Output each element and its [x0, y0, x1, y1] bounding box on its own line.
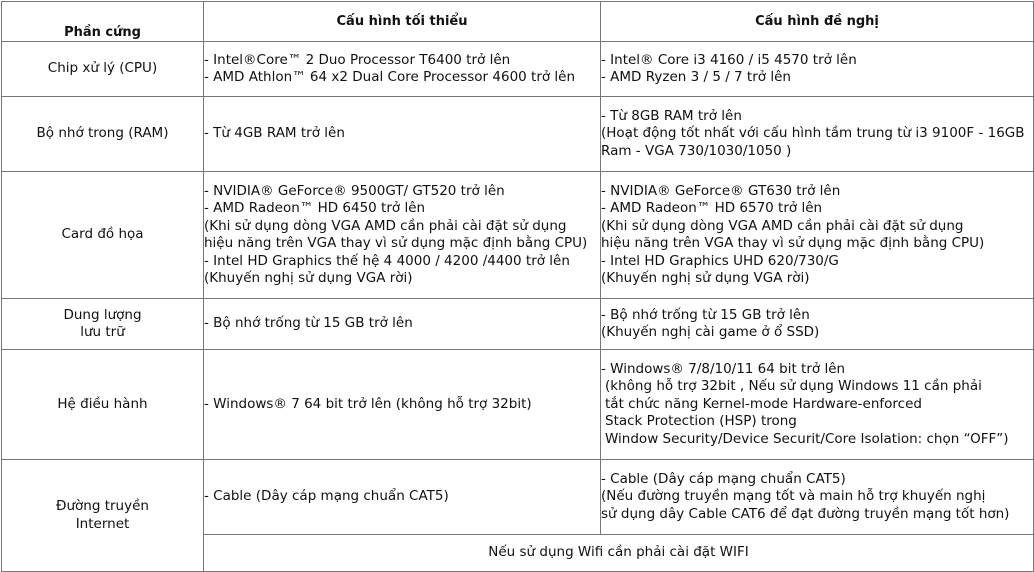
gpu-minimum-line: - NVIDIA® GeForce® 9500GT/ GT520 trở lên: [204, 182, 505, 199]
internet-minimum-line: - Cable (Dây cáp mạng chuẩn CAT5): [204, 488, 449, 505]
header-recommended: Cấu hình đề nghị: [600, 1, 1034, 42]
ram-recommended-line: - Từ 8GB RAM trở lên: [601, 107, 742, 124]
table-row-internet: Đường truyền Internet - Cable (Dây cáp m…: [1, 459, 1034, 572]
ram-recommended: - Từ 8GB RAM trở lên (Hoạt động tốt nhất…: [600, 96, 1034, 172]
gpu-minimum-line: - Intel HD Graphics thế hệ 4 4000 / 4200…: [204, 252, 570, 269]
gpu-recommended-line: (Khi sử dụng dòng VGA AMD cần phải cài đ…: [601, 217, 964, 234]
storage-recommended-line: (Khuyến nghị cài game ở ổ SSD): [601, 324, 820, 340]
cpu-minimum: - Intel®Core™ 2 Duo Processor T6400 trở …: [203, 41, 601, 97]
ram-recommended-line: (Hoạt động tốt nhất với cấu hình tầm tru…: [601, 125, 1025, 142]
os-recommended-line: (không hỗ trợ 32bit , Nếu sử dụng Window…: [605, 378, 982, 395]
table-row-cpu: Chip xử lý (CPU) - Intel®Core™ 2 Duo Pro…: [1, 41, 1034, 97]
os-recommended-line: - Windows® 7/8/10/11 64 bit trở lên: [601, 360, 846, 377]
os-minimum-line: - Windows® 7 64 bit trở lên (không hỗ tr…: [204, 395, 532, 412]
cpu-recommended-line: - Intel® Core i3 4160 / i5 4570 trở lên: [601, 51, 857, 68]
gpu-recommended-line: - NVIDIA® GeForce® GT630 trở lên: [601, 182, 841, 199]
header-row: Phần cứng Cấu hình tối thiểu Cấu hình đề…: [1, 1, 1034, 42]
row-label-internet: Đường truyền Internet: [1, 459, 204, 572]
internet-recommended-line: (Nếu đường truyền mạng tốt và main hỗ tr…: [601, 488, 986, 505]
gpu-minimum-line: (Khuyến nghị sử dụng VGA rời): [204, 270, 413, 286]
internet-recommended-line: sử dụng dây Cable CAT6 để đạt đường truy…: [601, 505, 1010, 522]
hardware-requirements-table: Phần cứng Cấu hình tối thiểu Cấu hình đề…: [1, 1, 1034, 572]
table-row-storage: Dung lượng lưu trữ - Bộ nhớ trống từ 15 …: [1, 298, 1034, 350]
storage-recommended-line: - Bộ nhớ trống từ 15 GB trở lên: [601, 306, 810, 323]
gpu-minimum-line: hiệu năng trên VGA thay vì sử dụng mặc đ…: [204, 235, 588, 251]
cpu-recommended: - Intel® Core i3 4160 / i5 4570 trở lên …: [600, 41, 1034, 97]
spec-page: Phần cứng Cấu hình tối thiểu Cấu hình đề…: [0, 0, 1034, 572]
gpu-recommended-line: - AMD Radeon™ HD 6570 trở lên: [601, 200, 823, 216]
internet-recommended-line: - Cable (Dây cáp mạng chuẩn CAT5): [601, 470, 846, 487]
gpu-recommended: - NVIDIA® GeForce® GT630 trở lên - AMD R…: [600, 171, 1034, 299]
os-recommended-line: Window Security/Device Securit/Core Isol…: [605, 430, 1009, 447]
ram-minimum-line: - Từ 4GB RAM trở lên: [204, 125, 345, 142]
header-component: Phần cứng: [1, 1, 204, 42]
gpu-minimum-line: - AMD Radeon™ HD 6450 trở lên: [204, 200, 426, 216]
gpu-minimum-line: (Khi sử dụng dòng VGA AMD cần phải cài đ…: [204, 217, 567, 234]
gpu-recommended-line: (Khuyến nghị sử dụng VGA rời): [601, 270, 810, 286]
internet-recommended: - Cable (Dây cáp mạng chuẩn CAT5) (Nếu đ…: [600, 459, 1034, 535]
row-label-gpu: Card đồ họa: [1, 171, 204, 299]
row-label-cpu: Chip xử lý (CPU): [1, 41, 204, 97]
table-row-os: Hệ điều hành - Windows® 7 64 bit trở lên…: [1, 349, 1034, 460]
row-label-os: Hệ điều hành: [1, 349, 204, 460]
storage-recommended: - Bộ nhớ trống từ 15 GB trở lên (Khuyến …: [600, 298, 1034, 350]
internet-minimum: - Cable (Dây cáp mạng chuẩn CAT5): [203, 459, 601, 535]
cpu-recommended-line: - AMD Ryzen 3 / 5 / 7 trở lên: [601, 69, 791, 85]
storage-minimum: - Bộ nhớ trống từ 15 GB trở lên: [203, 298, 601, 350]
gpu-recommended-line: hiệu năng trên VGA thay vì sử dụng mặc đ…: [601, 235, 985, 251]
table-row-gpu: Card đồ họa - NVIDIA® GeForce® 9500GT/ G…: [1, 171, 1034, 299]
cpu-minimum-line: - Intel®Core™ 2 Duo Processor T6400 trở …: [204, 51, 511, 68]
row-label-internet-line: Internet: [75, 515, 130, 532]
os-recommended-line: Stack Protection (HSP) trong: [605, 413, 797, 430]
os-recommended-line: tắt chức năng Kernel-mode Hardware-enfor…: [605, 395, 922, 412]
os-minimum: - Windows® 7 64 bit trở lên (không hỗ tr…: [203, 349, 601, 460]
os-recommended: - Windows® 7/8/10/11 64 bit trở lên (khô…: [600, 349, 1034, 460]
header-minimum: Cấu hình tối thiểu: [203, 1, 601, 42]
row-label-internet-line: Đường truyền: [56, 498, 149, 514]
storage-minimum-line: - Bộ nhớ trống từ 15 GB trở lên: [204, 315, 413, 332]
row-label-storage: Dung lượng lưu trữ: [1, 298, 204, 350]
wifi-note: Nếu sử dụng Wifi cần phải cài đặt WIFI: [203, 534, 1034, 572]
row-label-storage-line: lưu trữ: [80, 324, 125, 340]
ram-recommended-line: Ram - VGA 730/1030/1050 ): [601, 142, 792, 159]
gpu-recommended-line: - Intel HD Graphics UHD 620/730/G: [601, 252, 839, 269]
row-label-ram: Bộ nhớ trong (RAM): [1, 96, 204, 172]
row-label-storage-line: Dung lượng: [63, 306, 142, 323]
table-row-ram: Bộ nhớ trong (RAM) - Từ 4GB RAM trở lên …: [1, 96, 1034, 172]
ram-minimum: - Từ 4GB RAM trở lên: [203, 96, 601, 172]
gpu-minimum: - NVIDIA® GeForce® 9500GT/ GT520 trở lên…: [203, 171, 601, 299]
cpu-minimum-line: - AMD Athlon™ 64 x2 Dual Core Processor …: [204, 69, 576, 85]
